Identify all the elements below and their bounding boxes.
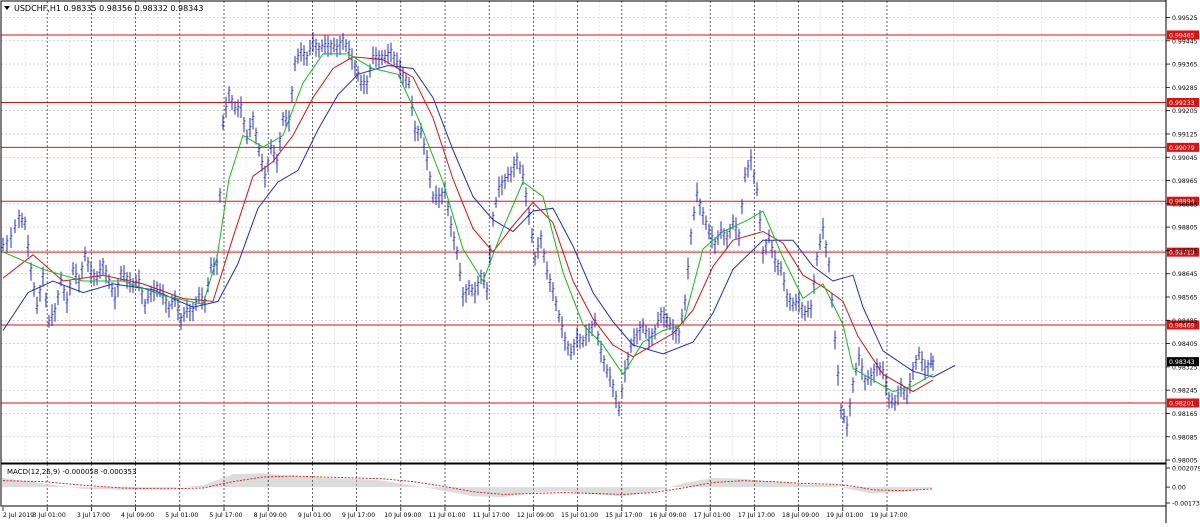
macd-tick-label: 0.00 <box>1172 485 1186 492</box>
chart-canvas[interactable]: 0.994650.992330.990790.988940.987190.984… <box>0 0 1200 523</box>
time-tick-label: 9 Jul 17:00 <box>342 512 375 519</box>
price-tick-label: 0.99285 <box>1172 85 1198 92</box>
chart-window: 0.99465 0.99233 0.99079 0.98894 0.98719 0.984… <box>0 0 1200 523</box>
time-tick-label: 5 Jul 17:00 <box>209 512 242 519</box>
price-tick-label: 0.98565 <box>1172 295 1198 302</box>
time-tick-label: 9 Jul 01:00 <box>298 512 331 519</box>
price-tick-label: 0.98165 <box>1172 411 1198 418</box>
price-tick-label: 0.99125 <box>1172 131 1198 138</box>
price-tick-label: 0.98645 <box>1172 271 1198 278</box>
level-label: 0.99079 <box>1169 145 1195 152</box>
price-tick-label: 0.98405 <box>1172 341 1198 348</box>
price-tick-label: 0.98245 <box>1172 388 1198 395</box>
time-tick-label: 5 Jul 01:00 <box>165 512 198 519</box>
time-tick-label: 11 Jul 01:00 <box>428 512 465 519</box>
time-tick-label: 3 Jul 01:00 <box>33 512 66 519</box>
level-label: 0.98201 <box>1169 400 1195 407</box>
time-tick-label: 19 Jul 17:00 <box>870 512 907 519</box>
macd-title: MACD(12,26,9) -0.000058 -0.000353 <box>7 468 136 476</box>
time-tick-label: 15 Jul 01:00 <box>561 512 598 519</box>
time-tick-label: 3 Jul 17:00 <box>77 512 110 519</box>
price-tick-label: 0.99045 <box>1172 155 1198 162</box>
price-tick-label: 0.98085 <box>1172 434 1198 441</box>
time-tick-label: 19 Jul 01:00 <box>826 512 863 519</box>
macd-tick-label: 0.002079 <box>1172 466 1200 473</box>
time-tick-label: 11 Jul 17:00 <box>473 512 510 519</box>
price-tick-label: 0.98485 <box>1172 318 1198 325</box>
time-tick-label: 17 Jul 01:00 <box>694 512 731 519</box>
time-tick-label: 8 Jul 09:00 <box>254 512 287 519</box>
price-tick-label: 0.98885 <box>1172 201 1198 208</box>
time-tick-label: 17 Jul 17:00 <box>738 512 775 519</box>
price-tick-label: 0.99445 <box>1172 38 1198 45</box>
time-tick-label: 10 Jul 09:00 <box>384 512 421 519</box>
time-tick-label: 12 Jul 09:00 <box>517 512 554 519</box>
time-tick-label: 4 Jul 09:00 <box>121 512 154 519</box>
price-tick-label: 0.98805 <box>1172 225 1198 232</box>
price-tick-label: 0.98725 <box>1172 248 1198 255</box>
time-tick-label: 2 Jul 2019 <box>3 512 34 519</box>
macd-tick-label: -0.001736 <box>1172 501 1200 508</box>
time-tick-label: 15 Jul 17:00 <box>605 512 642 519</box>
chart-header: USDCHF,H1 0.98335 0.98356 0.98332 0.9834… <box>4 4 203 13</box>
chart-title: USDCHF,H1 0.98335 0.98356 0.98332 0.9834… <box>14 4 203 13</box>
price-tick-label: 0.98005 <box>1172 458 1198 465</box>
time-tick-label: 18 Jul 09:00 <box>782 512 819 519</box>
time-tick-label: 16 Jul 09:00 <box>649 512 686 519</box>
price-tick-label: 0.99365 <box>1172 62 1198 69</box>
price-tick-label: 0.99205 <box>1172 108 1198 115</box>
current-price-label: 0.98343 <box>1169 359 1195 366</box>
level-label: 0.99233 <box>1169 100 1195 107</box>
price-tick-label: 0.98965 <box>1172 178 1198 185</box>
price-tick-label: 0.99525 <box>1172 15 1198 22</box>
